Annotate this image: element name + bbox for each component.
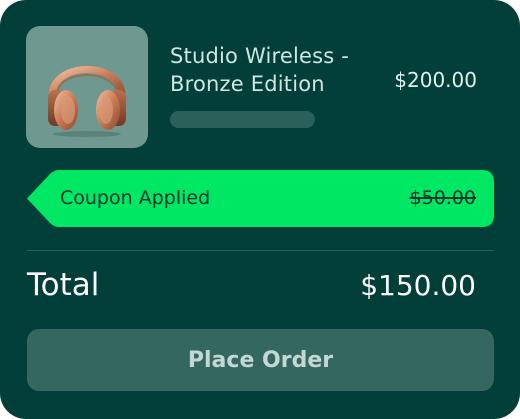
product-price: $200.00 [394,68,477,92]
divider [27,250,494,251]
total-value: $150.00 [360,269,476,302]
headphones-icon [48,66,126,137]
product-name: Studio Wireless - Bronze Edition [170,42,380,98]
product-thumbnail [26,26,148,148]
total-label: Total [27,267,100,303]
place-order-button[interactable]: Place Order [27,329,494,391]
loading-placeholder-bar [170,111,315,128]
coupon-tag: Coupon Applied $50.00 [27,170,494,227]
order-summary-card: Studio Wireless - Bronze Edition $200.00… [0,0,520,419]
coupon-discount-amount: $50.00 [409,187,476,209]
coupon-applied-label: Coupon Applied [60,187,211,209]
product-name-line-2: Bronze Edition [170,72,325,96]
product-name-line-1: Studio Wireless - [170,44,350,68]
